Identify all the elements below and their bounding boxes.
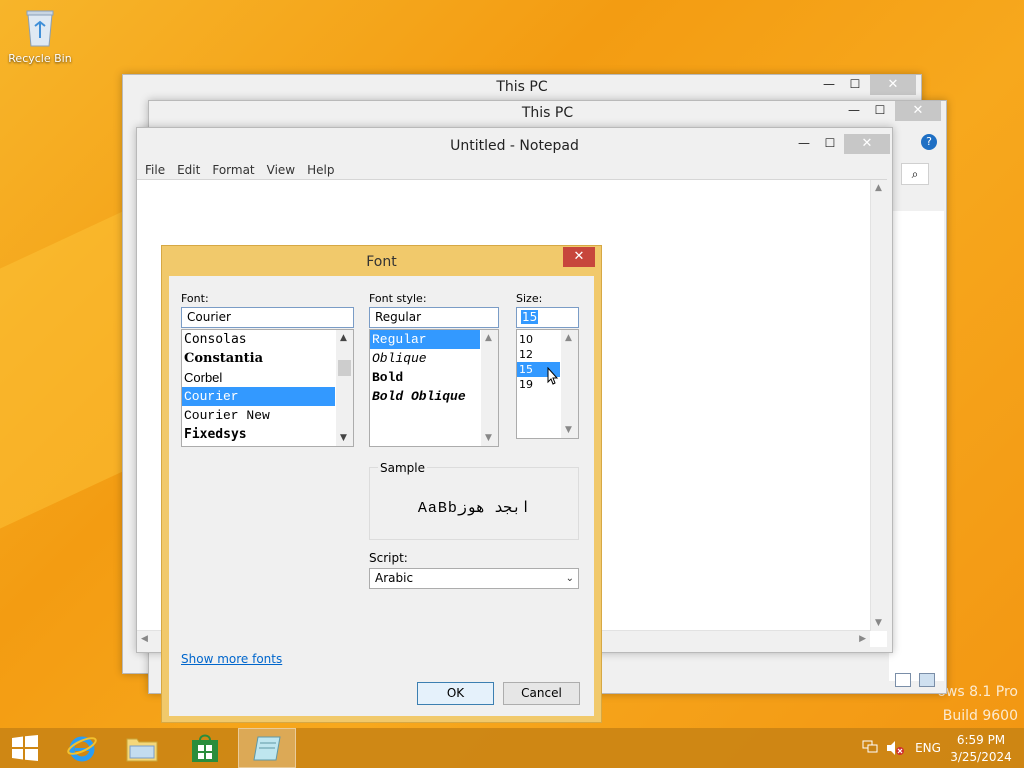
scroll-down-icon[interactable]: ▼ [340,433,347,443]
notepad-icon [253,736,281,761]
font-list-item[interactable]: Corbel [182,368,353,387]
window-title: This PC [123,75,921,99]
close-button[interactable]: ✕ [895,101,941,121]
scroll-thumb[interactable] [338,360,351,376]
menu-bar: File Edit Format View Help [137,160,892,180]
sample-label: Sample [378,461,427,475]
ok-button[interactable]: OK [417,682,494,705]
maximize-button[interactable]: ☐ [868,101,892,121]
font-style-item[interactable]: Oblique [370,349,498,368]
size-list[interactable]: 10 12 15 19 ▲ ▼ [516,329,579,439]
minimize-button[interactable]: — [817,75,841,95]
store-icon [192,734,218,762]
size-input[interactable]: 15 [516,307,579,328]
chevron-down-icon: ⌄ [565,573,574,584]
font-list-scrollbar[interactable]: ▲ ▼ [336,330,353,446]
font-style-item[interactable]: Bold [370,368,498,387]
menu-edit[interactable]: Edit [171,160,206,180]
volume-muted-icon[interactable] [886,740,904,756]
help-icon[interactable]: ? [921,134,937,150]
clock-time[interactable]: 6:59 PM [950,733,1012,747]
taskbar: ENG 6:59 PM 3/25/2024 [0,728,1024,768]
minimize-button[interactable]: — [842,101,866,121]
content-pane [889,211,944,681]
size-list-scrollbar[interactable]: ▲ ▼ [561,330,578,438]
font-style-label: Font style: [369,292,427,305]
font-list-item-selected[interactable]: Courier [182,387,335,406]
start-button[interactable] [0,728,50,768]
dialog-body: Font: Courier Consolas Constantia Corbel… [169,276,594,716]
mouse-cursor-icon [547,366,559,385]
scroll-down-icon[interactable]: ▼ [565,425,572,435]
language-indicator[interactable]: ENG [912,741,944,755]
taskbar-store[interactable] [176,728,234,768]
windows-logo-icon [12,735,38,761]
scroll-left-icon[interactable]: ◀ [141,634,148,644]
font-style-item[interactable]: Bold Oblique [370,387,498,406]
close-button[interactable]: ✕ [844,134,890,154]
font-style-scrollbar[interactable]: ▲ ▼ [481,330,498,446]
folder-icon [126,738,158,762]
font-list-item[interactable]: Fixedsys [182,425,353,444]
font-list[interactable]: Consolas Constantia Corbel Courier Couri… [181,329,354,447]
maximize-button[interactable]: ☐ [843,75,867,95]
taskbar-file-explorer[interactable] [114,728,172,768]
scroll-up-icon[interactable]: ▲ [485,333,492,343]
font-dialog[interactable]: Font ✕ Font: Courier Consolas Constantia… [161,245,602,723]
dialog-title: Font [366,254,397,270]
scroll-up-icon[interactable]: ▲ [565,333,572,343]
window-title: Untitled - Notepad [137,134,892,160]
window-title: This PC [149,101,946,125]
cancel-button[interactable]: Cancel [503,682,580,705]
recycle-bin-icon [25,8,55,48]
script-label: Script: [369,551,408,565]
font-label: Font: [181,292,209,305]
details-view-icon[interactable] [895,673,911,687]
taskbar-notepad[interactable] [238,728,296,768]
taskbar-internet-explorer[interactable] [54,728,112,768]
clock-date[interactable]: 3/25/2024 [950,750,1012,764]
minimize-button[interactable]: — [792,134,816,154]
large-icons-view-icon[interactable] [919,673,935,687]
show-more-fonts-link[interactable]: Show more fonts [181,652,282,666]
recycle-bin[interactable]: Recycle Bin [8,8,72,65]
font-list-item[interactable]: Courier New [182,406,353,425]
dialog-close-button[interactable]: ✕ [563,247,595,267]
font-style-input[interactable]: Regular [369,307,499,328]
scroll-up-icon[interactable]: ▲ [875,183,882,193]
script-select[interactable]: Arabic ⌄ [369,568,579,589]
font-list-item[interactable]: Constantia [182,349,353,368]
font-name-input[interactable]: Courier [181,307,354,328]
vertical-scrollbar[interactable]: ▲ ▼ [870,180,887,631]
sample-group: Sample AaBbابجد هوز [369,461,579,540]
watermark-edition: ows 8.1 Pro [937,684,1018,700]
sample-text: AaBbابجد هوز [417,500,531,517]
size-input-value: 15 [521,310,539,324]
maximize-button[interactable]: ☐ [818,134,842,154]
scroll-down-icon[interactable]: ▼ [875,618,882,628]
scroll-right-icon[interactable]: ▶ [859,634,866,644]
recycle-bin-label: Recycle Bin [8,52,72,65]
font-style-item-selected[interactable]: Regular [370,330,480,349]
search-button[interactable]: ⌕ [901,163,929,185]
close-button[interactable]: ✕ [870,75,916,95]
wallpaper-shape [0,203,140,557]
menu-format[interactable]: Format [206,160,260,180]
menu-file[interactable]: File [139,160,171,180]
menu-help[interactable]: Help [301,160,340,180]
size-label: Size: [516,292,543,305]
script-select-value: Arabic [375,571,414,585]
search-icon: ⌕ [911,167,919,181]
internet-explorer-icon [67,736,97,762]
watermark-build: Build 9600 [942,708,1018,724]
network-icon[interactable] [862,740,878,754]
scroll-down-icon[interactable]: ▼ [485,433,492,443]
menu-view[interactable]: View [261,160,301,180]
font-style-list[interactable]: Regular Oblique Bold Bold Oblique ▲ ▼ [369,329,499,447]
font-list-item[interactable]: Consolas [182,330,353,349]
scroll-up-icon[interactable]: ▲ [340,333,347,343]
